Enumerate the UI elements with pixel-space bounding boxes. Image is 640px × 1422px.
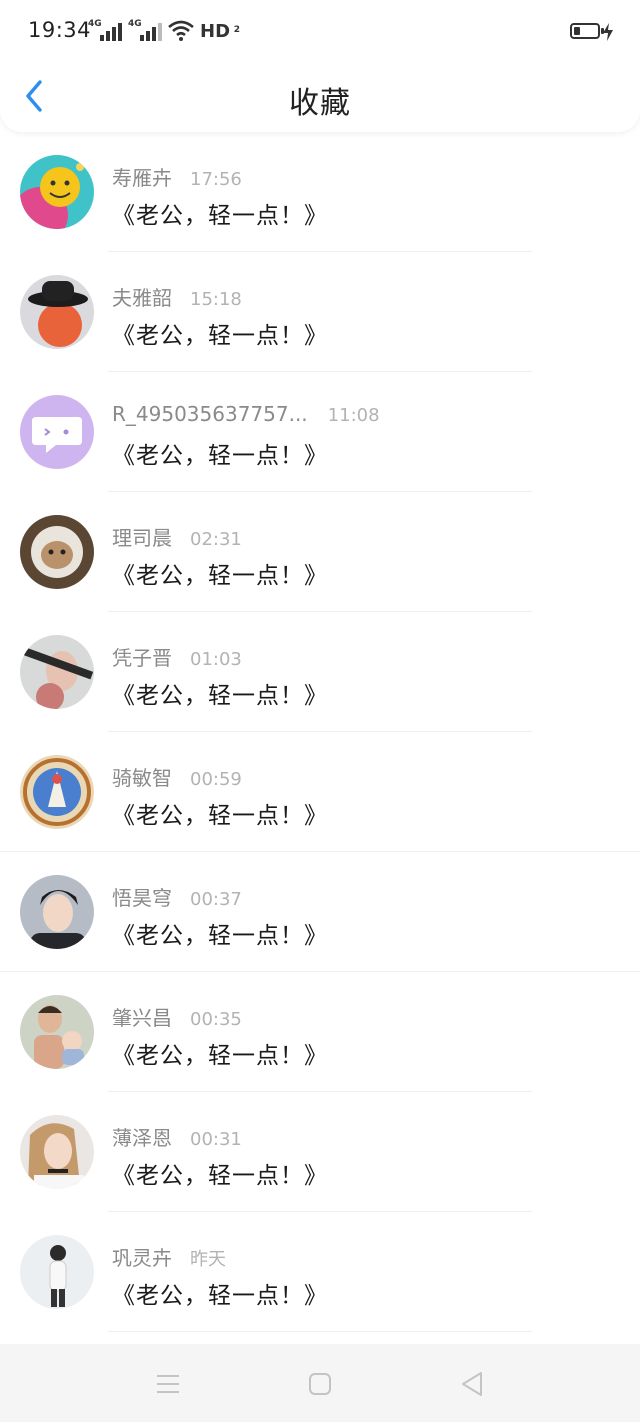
list-item[interactable]: 巩灵卉 昨天 《老公，轻一点！》	[0, 1212, 640, 1332]
item-meta: 肇兴昌 00:35	[112, 1002, 242, 1031]
signal-icon: 4G	[88, 19, 122, 41]
avatar[interactable]	[20, 755, 94, 829]
item-time: 00:35	[190, 1009, 242, 1030]
item-time: 01:03	[190, 649, 242, 670]
user-name: 理司晨	[112, 526, 172, 550]
network-type-label: 4G	[128, 19, 142, 29]
header: 19:34 4G 4G HD 2 收藏	[0, 0, 640, 132]
avatar[interactable]	[20, 155, 94, 229]
avatar[interactable]	[20, 995, 94, 1069]
item-time: 02:31	[190, 529, 242, 550]
nav-bar: 收藏	[0, 64, 640, 132]
item-time: 昨天	[190, 1249, 226, 1270]
list-item[interactable]: 凭子晋 01:03 《老公，轻一点！》	[0, 612, 640, 732]
item-meta: 夫雅韶 15:18	[112, 282, 242, 311]
user-name: 骑敏智	[112, 766, 172, 790]
item-meta: 骑敏智 00:59	[112, 762, 242, 791]
item-time: 15:18	[190, 289, 242, 310]
signal-icon: 4G	[128, 19, 162, 41]
item-title: 《老公，轻一点！》	[112, 683, 328, 709]
favorites-screen: 19:34 4G 4G HD 2 收藏 寿雁卉 17:56 《老公，轻一点！》 …	[0, 0, 640, 1422]
avatar[interactable]	[20, 515, 94, 589]
status-time: 19:34	[28, 18, 92, 42]
user-name: R_495035637757...	[112, 402, 308, 426]
user-name: 寿雁卉	[112, 166, 172, 190]
user-name: 巩灵卉	[112, 1246, 172, 1270]
item-title: 《老公，轻一点！》	[112, 443, 328, 469]
hd-label: HD	[200, 20, 231, 42]
user-name: 薄泽恩	[112, 1126, 172, 1150]
user-name: 悟昊穹	[112, 886, 172, 910]
avatar[interactable]	[20, 1115, 94, 1189]
item-title: 《老公，轻一点！》	[112, 803, 328, 829]
item-meta: R_495035637757... 11:08	[112, 402, 380, 426]
menu-icon[interactable]	[154, 1370, 182, 1398]
avatar[interactable]	[20, 1235, 94, 1309]
item-meta: 寿雁卉 17:56	[112, 162, 242, 191]
system-nav-bar	[0, 1344, 640, 1422]
list-item[interactable]: 肇兴昌 00:35 《老公，轻一点！》	[0, 972, 640, 1092]
charging-icon	[603, 23, 613, 41]
favorites-list: 寿雁卉 17:56 《老公，轻一点！》 夫雅韶 15:18 《老公，轻一点！》	[0, 132, 640, 1332]
wifi-icon	[168, 20, 194, 41]
status-icons: 4G 4G HD 2	[88, 18, 240, 44]
item-title: 《老公，轻一点！》	[112, 1283, 328, 1309]
item-time: 00:59	[190, 769, 242, 790]
avatar[interactable]	[20, 275, 94, 349]
list-item[interactable]: 理司晨 02:31 《老公，轻一点！》	[0, 492, 640, 612]
list-item[interactable]: 寿雁卉 17:56 《老公，轻一点！》	[0, 132, 640, 252]
item-title: 《老公，轻一点！》	[112, 923, 328, 949]
hd-sub-label: 2	[233, 24, 241, 35]
avatar[interactable]	[20, 875, 94, 949]
avatar[interactable]	[20, 395, 94, 469]
item-title: 《老公，轻一点！》	[112, 563, 328, 589]
avatar[interactable]	[20, 635, 94, 709]
status-bar: 19:34 4G 4G HD 2	[0, 0, 640, 64]
item-meta: 理司晨 02:31	[112, 522, 242, 551]
divider	[108, 1331, 532, 1332]
list-item[interactable]: 骑敏智 00:59 《老公，轻一点！》	[0, 732, 640, 852]
user-name: 夫雅韶	[112, 286, 172, 310]
item-title: 《老公，轻一点！》	[112, 1163, 328, 1189]
page-title: 收藏	[289, 86, 351, 121]
item-meta: 巩灵卉 昨天	[112, 1242, 226, 1271]
item-meta: 悟昊穹 00:37	[112, 882, 242, 911]
user-name: 凭子晋	[112, 646, 172, 670]
battery-icon	[570, 23, 604, 39]
item-title: 《老公，轻一点！》	[112, 323, 328, 349]
item-time: 00:37	[190, 889, 242, 910]
list-item[interactable]: R_495035637757... 11:08 《老公，轻一点！》	[0, 372, 640, 492]
item-title: 《老公，轻一点！》	[112, 203, 328, 229]
item-meta: 凭子晋 01:03	[112, 642, 242, 671]
item-time: 00:31	[190, 1129, 242, 1150]
back-triangle-icon[interactable]	[458, 1370, 486, 1398]
list-item[interactable]: 悟昊穹 00:37 《老公，轻一点！》	[0, 852, 640, 972]
home-square-icon[interactable]	[306, 1370, 334, 1398]
network-type-label: 4G	[88, 19, 102, 29]
item-time: 11:08	[327, 405, 380, 426]
item-meta: 薄泽恩 00:31	[112, 1122, 242, 1151]
item-title: 《老公，轻一点！》	[112, 1043, 328, 1069]
hd-voice-icon: HD 2	[200, 20, 240, 42]
item-time: 17:56	[190, 169, 242, 190]
list-item[interactable]: 薄泽恩 00:31 《老公，轻一点！》	[0, 1092, 640, 1212]
user-name: 肇兴昌	[112, 1006, 172, 1030]
list-item[interactable]: 夫雅韶 15:18 《老公，轻一点！》	[0, 252, 640, 372]
